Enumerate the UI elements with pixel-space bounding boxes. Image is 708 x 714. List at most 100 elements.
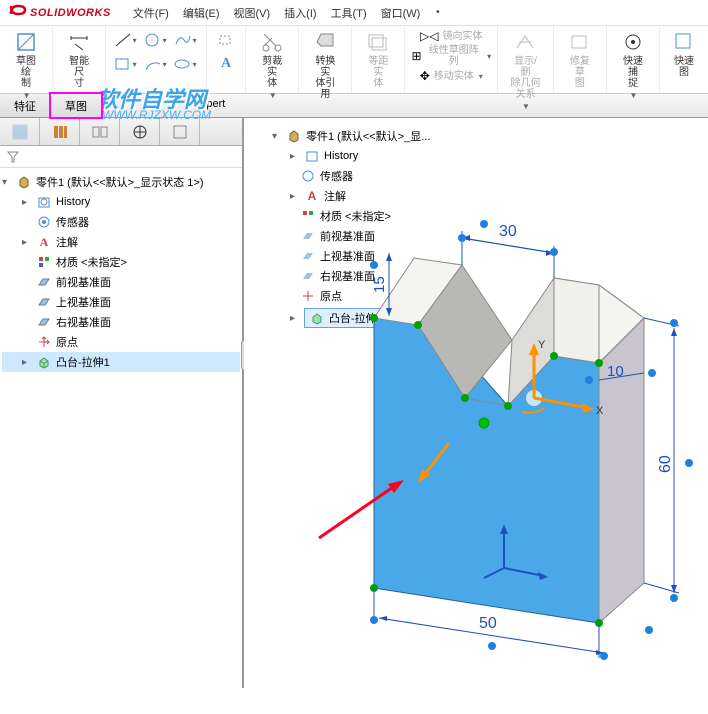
dim-handle[interactable] <box>670 594 678 602</box>
edge-handle[interactable] <box>370 314 378 322</box>
ribbon-group-trim: 剪裁实 体 ▼ <box>246 26 299 93</box>
dim-handle[interactable] <box>648 369 656 377</box>
tree-right-plane-label: 右视基准面 <box>56 314 111 330</box>
tree-top-plane-label: 上视基准面 <box>56 294 111 310</box>
ellipse-tool[interactable]: ▾ <box>172 54 198 74</box>
repair-button[interactable]: 修复草 图 <box>558 28 602 91</box>
graphics-area[interactable]: ▾ 零件1 (默认<<默认>_显... ▸ History 传感器 ▸A 注解 … <box>244 118 708 688</box>
menu-view[interactable]: 视图(V) <box>228 1 277 25</box>
spline-tool[interactable]: ▾ <box>172 30 198 50</box>
funnel-icon <box>6 150 20 164</box>
edge-handle[interactable] <box>595 359 603 367</box>
sidebar-tab-config[interactable] <box>80 118 120 145</box>
quick-sketch-button[interactable]: 快速 图 <box>664 28 704 80</box>
repair-icon <box>568 30 592 54</box>
circle-tool[interactable]: ▾ <box>142 30 168 50</box>
smart-dim-button[interactable]: 智能尺 寸 ▼ <box>57 28 101 102</box>
offset-label: 等距实 体 <box>364 56 392 89</box>
dim-handle[interactable] <box>670 319 678 327</box>
dim-handle[interactable] <box>600 652 608 660</box>
menu-tools[interactable]: 工具(T) <box>325 1 373 25</box>
plane-icon <box>36 294 52 310</box>
trim-button[interactable]: 剪裁实 体 ▼ <box>250 28 294 102</box>
dim-handle[interactable] <box>550 248 558 256</box>
model-viewport[interactable]: 30 15 10 60 <box>244 118 704 688</box>
feature-tree: ▾ 零件1 (默认<<默认>_显示状态 1>) ▸ History 传感器 ▸ … <box>0 168 242 376</box>
sidebar-tab-feature-tree[interactable] <box>0 118 40 145</box>
edge-handle[interactable] <box>504 402 512 410</box>
relations-button[interactable]: 显示/删 除几何 关系 ▼ <box>502 28 549 113</box>
tree-top-plane[interactable]: 上视基准面 <box>2 292 240 312</box>
edge-handle[interactable] <box>461 394 469 402</box>
arc-tool[interactable]: ▾ <box>142 54 168 74</box>
quick-sketch-label: 快速 图 <box>674 56 694 78</box>
expand-icon[interactable]: ▸ <box>22 197 32 208</box>
dim-handle[interactable] <box>370 616 378 624</box>
text-tool[interactable]: A <box>213 54 239 74</box>
origin-icon <box>36 334 52 350</box>
move-label[interactable]: 移动实体 <box>434 71 474 82</box>
sketch-icon <box>14 30 38 54</box>
point-tool[interactable] <box>213 30 239 50</box>
dimension-15[interactable]: 15 <box>370 253 392 316</box>
dimension-30[interactable]: 30 <box>458 220 558 278</box>
dimension-icon <box>67 30 91 54</box>
collapse-icon[interactable]: ▾ <box>2 177 12 188</box>
sidebar-tab-property[interactable] <box>40 118 80 145</box>
sketch-button[interactable]: 草图绘 制 ▼ <box>4 28 48 102</box>
x-axis-label: X <box>596 405 604 417</box>
tree-sensors[interactable]: 传感器 <box>2 212 240 232</box>
rect-tool[interactable]: ▾ <box>112 54 138 74</box>
face-center-handle[interactable] <box>479 418 489 428</box>
convert-button[interactable]: 转换实 体引用 <box>303 28 347 102</box>
dim-handle[interactable] <box>480 220 488 228</box>
sidebar-tab-dimxpert[interactable] <box>120 118 160 145</box>
tree-right-plane[interactable]: 右视基准面 <box>2 312 240 332</box>
chevron-down-icon: ▼ <box>23 91 31 100</box>
watermark-url: WWW.RJZXW.COM <box>102 108 211 122</box>
repair-label: 修复草 图 <box>566 56 594 89</box>
expand-icon[interactable]: ▸ <box>22 237 32 248</box>
dim-handle[interactable] <box>585 376 593 384</box>
logo-icon <box>8 0 28 25</box>
line-tool[interactable]: ▾ <box>112 30 138 50</box>
dim-handle[interactable] <box>488 642 496 650</box>
snap-button[interactable]: 快速捕 捉 ▼ <box>611 28 655 102</box>
tree-root[interactable]: ▾ 零件1 (默认<<默认>_显示状态 1>) <box>2 172 240 192</box>
chevron-down-icon: ▼ <box>522 102 530 111</box>
offset-button[interactable]: 等距实 体 <box>356 28 400 91</box>
mirror-icon: ▷◁ <box>420 29 438 43</box>
menu-file[interactable]: 文件(F) <box>127 1 175 25</box>
tree-origin[interactable]: 原点 <box>2 332 240 352</box>
dim-value: 30 <box>499 223 517 240</box>
edge-handle[interactable] <box>550 352 558 360</box>
app-logo: SOLIDWORKS <box>0 0 119 25</box>
dim-handle[interactable] <box>458 234 466 242</box>
ribbon-group-convert: 转换实 体引用 <box>299 26 352 93</box>
filter-bar[interactable] <box>0 146 242 168</box>
menu-window[interactable]: 窗口(W) <box>375 1 427 25</box>
menu-more-icon[interactable]: ⋆ <box>428 1 447 25</box>
dim-handle[interactable] <box>685 459 693 467</box>
dim-handle[interactable] <box>370 261 378 269</box>
pattern-icon: ⊞ <box>411 49 421 63</box>
mirror-label[interactable]: 镜向实体 <box>443 31 483 42</box>
dim-handle[interactable] <box>645 626 653 634</box>
edge-handle[interactable] <box>414 321 422 329</box>
snap-icon <box>621 30 645 54</box>
tree-material[interactable]: 材质 <未指定> <box>2 252 240 272</box>
pattern-label[interactable]: 线性草图阵列 <box>426 45 483 67</box>
ribbon-group-sketch: 草图绘 制 ▼ <box>0 26 53 93</box>
sidebar-tab-display[interactable] <box>160 118 200 145</box>
menu-insert[interactable]: 插入(I) <box>278 1 322 25</box>
sketch-label: 草图绘 制 <box>12 56 40 89</box>
tree-annotations[interactable]: ▸ A 注解 <box>2 232 240 252</box>
tree-history[interactable]: ▸ History <box>2 192 240 212</box>
menu-edit[interactable]: 编辑(E) <box>177 1 226 25</box>
dimension-60[interactable]: 60 <box>644 318 693 602</box>
tree-boss-extrude[interactable]: ▸ 凸台-拉伸1 <box>2 352 240 372</box>
tree-front-plane[interactable]: 前视基准面 <box>2 272 240 292</box>
ribbon-group-quick: 快速 图 <box>660 26 708 93</box>
expand-icon[interactable]: ▸ <box>22 357 32 368</box>
tab-sketch[interactable]: 草图 <box>49 92 103 119</box>
